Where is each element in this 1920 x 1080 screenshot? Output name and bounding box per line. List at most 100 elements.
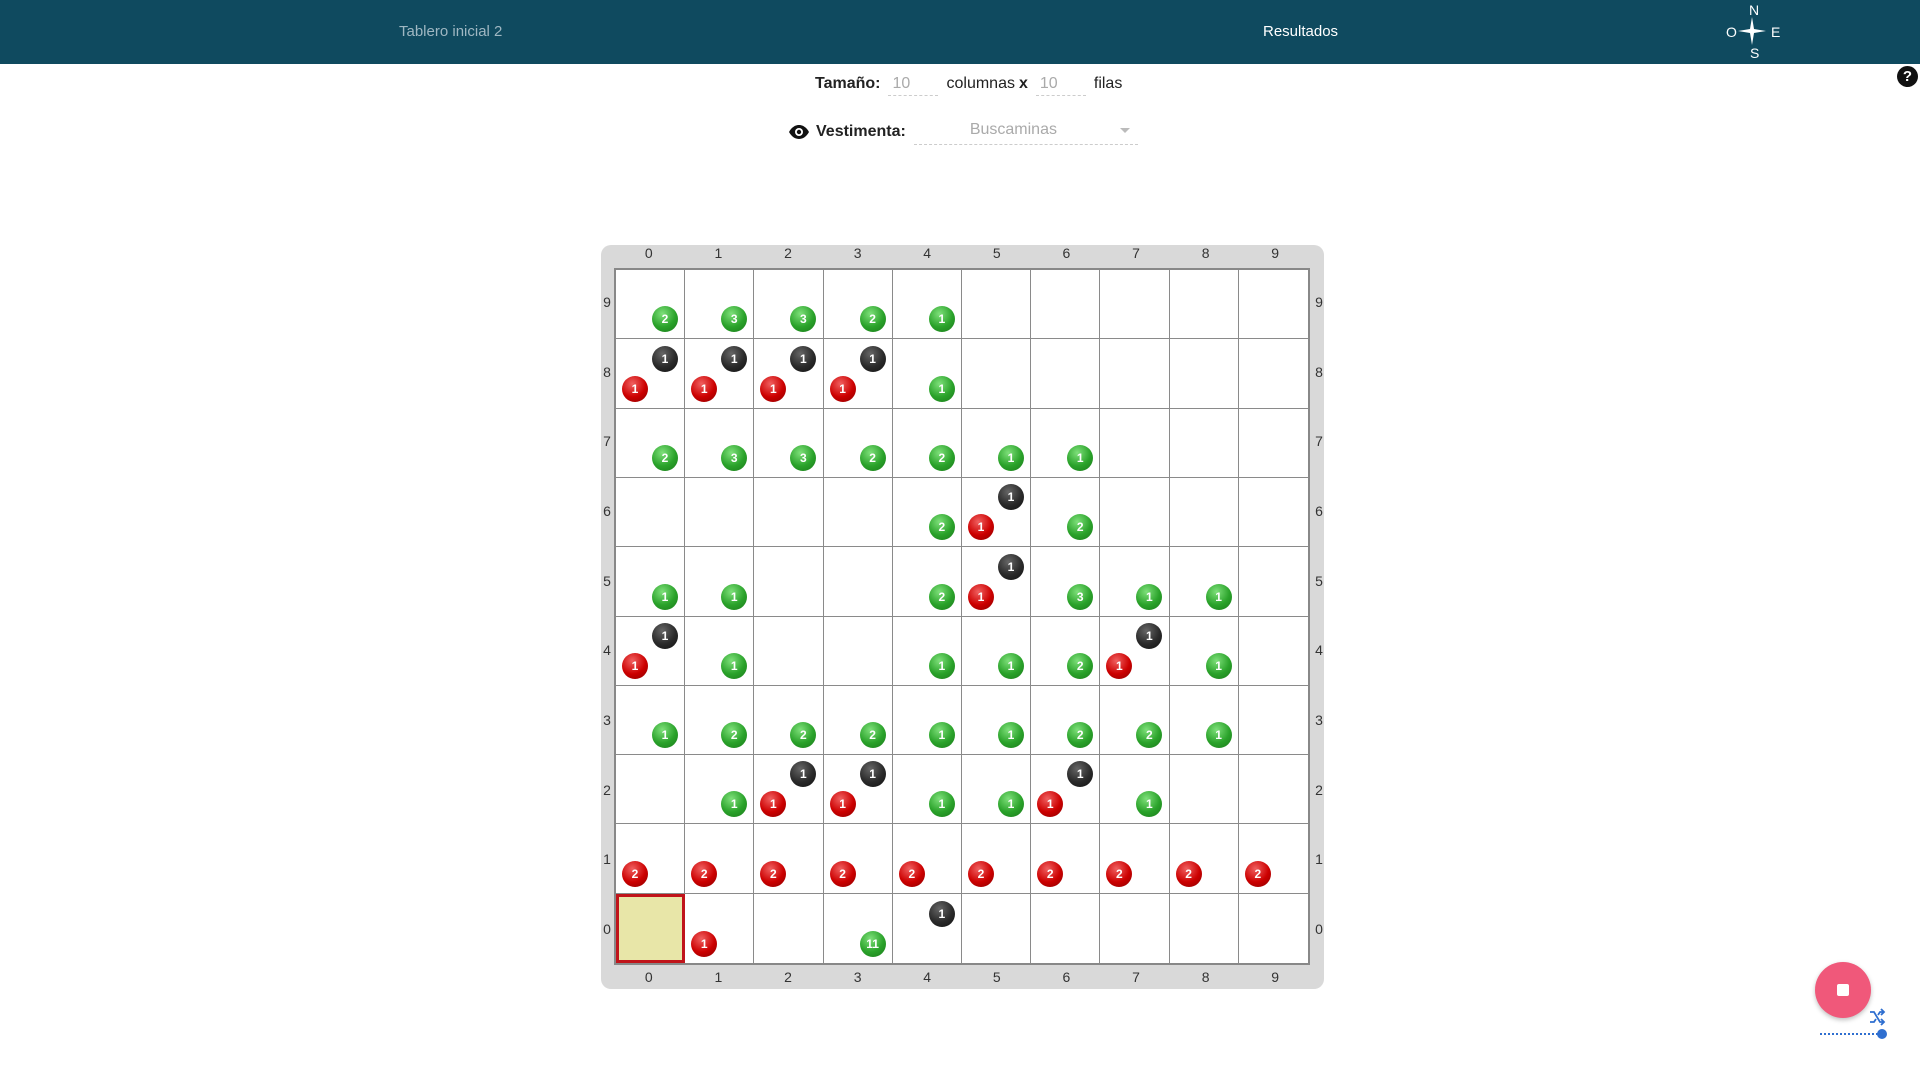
board-cell-6-4[interactable]: 2 xyxy=(1031,616,1101,686)
board-cell-4-3[interactable]: 1 xyxy=(892,685,962,756)
board-cell-5-6[interactable]: 11 xyxy=(961,477,1032,548)
board-cell-3-9[interactable]: 2 xyxy=(823,270,893,340)
board-cell-2-2[interactable]: 11 xyxy=(754,755,824,825)
board-cell-2-5[interactable] xyxy=(754,547,824,617)
board-cell-6-8[interactable] xyxy=(1031,339,1101,409)
tab-results[interactable]: Resultados xyxy=(1263,0,1338,64)
board-cell-8-7[interactable] xyxy=(1169,408,1239,478)
board-cell-7-2[interactable]: 1 xyxy=(1100,755,1170,825)
board-cell-4-9[interactable]: 1 xyxy=(892,270,962,340)
board-cell-4-6[interactable]: 2 xyxy=(892,477,962,548)
board-cell-3-6[interactable] xyxy=(823,477,893,548)
board-cell-3-8[interactable]: 11 xyxy=(823,339,893,409)
stop-button[interactable] xyxy=(1815,962,1871,1018)
board-cell-3-0[interactable]: 11 xyxy=(824,893,893,963)
board-cell-7-8[interactable] xyxy=(1100,339,1170,409)
board-cell-8-4[interactable]: 1 xyxy=(1169,616,1239,686)
help-icon[interactable]: ? xyxy=(1897,66,1918,87)
board-cell-8-6[interactable] xyxy=(1169,477,1239,548)
board-cell-2-9[interactable]: 3 xyxy=(754,270,824,340)
board-cell-7-0[interactable] xyxy=(1100,893,1170,963)
board-cell-0-2[interactable] xyxy=(616,755,686,825)
board-cell-5-8[interactable] xyxy=(961,339,1032,409)
board-cell-5-9[interactable] xyxy=(961,270,1032,340)
board-cell-6-5[interactable]: 3 xyxy=(1031,547,1101,617)
board-cell-2-1[interactable]: 2 xyxy=(754,824,824,894)
board-cell-8-8[interactable] xyxy=(1169,339,1239,409)
board-cell-8-2[interactable] xyxy=(1169,755,1239,825)
board-cell-1-6[interactable] xyxy=(685,477,755,548)
board-cell-9-0[interactable] xyxy=(1239,894,1308,963)
board-cell-4-4[interactable]: 1 xyxy=(892,616,962,686)
board-cell-2-6[interactable] xyxy=(754,477,824,548)
board-cell-4-5[interactable]: 2 xyxy=(892,547,962,617)
board-cell-5-5[interactable]: 11 xyxy=(961,547,1032,617)
board-cell-6-0[interactable] xyxy=(1031,893,1101,963)
board-cell-4-8[interactable]: 1 xyxy=(892,339,962,409)
board-cell-1-7[interactable]: 3 xyxy=(685,408,755,478)
board-cell-3-2[interactable]: 11 xyxy=(823,755,893,825)
slider-thumb[interactable] xyxy=(1877,1029,1887,1039)
board-cell-9-6[interactable] xyxy=(1238,478,1308,548)
board-cell-5-3[interactable]: 1 xyxy=(961,685,1032,756)
board-cell-5-0[interactable] xyxy=(962,893,1032,963)
board-cell-7-4[interactable]: 11 xyxy=(1100,616,1170,686)
board-cell-0-1[interactable]: 2 xyxy=(616,824,686,894)
board-cell-4-1[interactable]: 2 xyxy=(892,824,962,894)
board-cell-5-2[interactable]: 1 xyxy=(961,755,1032,825)
board-cell-6-7[interactable]: 1 xyxy=(1031,408,1101,478)
board-cell-9-9[interactable] xyxy=(1238,270,1308,340)
board-cell-9-2[interactable] xyxy=(1238,755,1308,825)
board-cell-7-5[interactable]: 1 xyxy=(1100,547,1170,617)
board-cell-4-2[interactable]: 1 xyxy=(892,755,962,825)
board-cell-7-3[interactable]: 2 xyxy=(1100,685,1170,756)
board-cell-0-4[interactable]: 11 xyxy=(616,616,686,686)
board-cell-1-5[interactable]: 1 xyxy=(685,547,755,617)
board-cell-1-9[interactable]: 3 xyxy=(685,270,755,340)
board-cell-5-4[interactable]: 1 xyxy=(961,616,1032,686)
vestimenta-select[interactable]: Buscaminas xyxy=(913,119,1138,145)
board-cell-7-9[interactable] xyxy=(1100,270,1170,340)
board-cell-3-7[interactable]: 2 xyxy=(823,408,893,478)
board-cell-2-0[interactable] xyxy=(754,893,824,963)
columns-input[interactable] xyxy=(888,72,939,96)
speed-slider[interactable] xyxy=(1818,1028,1890,1040)
board-cell-5-1[interactable]: 2 xyxy=(961,824,1032,894)
tab-initial-board[interactable]: Tablero inicial 2 xyxy=(399,0,502,64)
board-cell-1-3[interactable]: 2 xyxy=(685,685,755,756)
board-cell-5-7[interactable]: 1 xyxy=(961,408,1032,478)
board-cell-9-3[interactable] xyxy=(1238,686,1308,756)
board-cell-1-2[interactable]: 1 xyxy=(685,755,755,825)
board-cell-9-4[interactable] xyxy=(1238,617,1308,686)
board-cell-6-3[interactable]: 2 xyxy=(1031,685,1101,756)
board-cell-0-0[interactable] xyxy=(616,893,686,963)
board-cell-0-5[interactable]: 1 xyxy=(616,547,686,617)
board-cell-8-3[interactable]: 1 xyxy=(1169,685,1239,756)
board-cell-1-1[interactable]: 2 xyxy=(685,824,755,894)
board-cell-8-1[interactable]: 2 xyxy=(1169,824,1239,894)
board-cell-0-9[interactable]: 2 xyxy=(616,270,686,340)
board-cell-6-9[interactable] xyxy=(1031,270,1101,340)
board-cell-9-7[interactable] xyxy=(1238,409,1308,478)
board-cell-3-1[interactable]: 2 xyxy=(823,824,893,894)
board-cell-3-5[interactable] xyxy=(823,547,893,617)
board-cell-4-7[interactable]: 2 xyxy=(892,408,962,478)
board-cell-6-1[interactable]: 2 xyxy=(1031,824,1101,894)
board-cell-9-1[interactable]: 2 xyxy=(1238,824,1308,894)
board-cell-0-6[interactable] xyxy=(616,477,686,548)
board-cell-8-0[interactable] xyxy=(1170,893,1239,963)
board-cell-7-7[interactable] xyxy=(1100,408,1170,478)
shuffle-icon[interactable] xyxy=(1868,1008,1886,1026)
board-cell-3-3[interactable]: 2 xyxy=(823,685,893,756)
board-cell-9-8[interactable] xyxy=(1238,339,1308,409)
board-cell-8-9[interactable] xyxy=(1169,270,1239,340)
board-cell-0-7[interactable]: 2 xyxy=(616,408,686,478)
board-cell-4-0[interactable]: 1 xyxy=(893,893,962,963)
compass-icon[interactable]: N O E S xyxy=(1718,0,1788,64)
board-cell-2-8[interactable]: 11 xyxy=(754,339,824,409)
board-cell-3-4[interactable] xyxy=(823,616,893,686)
board-cell-0-3[interactable]: 1 xyxy=(616,685,686,756)
board-cell-7-1[interactable]: 2 xyxy=(1100,824,1170,894)
board-cell-2-7[interactable]: 3 xyxy=(754,408,824,478)
board-cell-2-3[interactable]: 2 xyxy=(754,685,824,756)
